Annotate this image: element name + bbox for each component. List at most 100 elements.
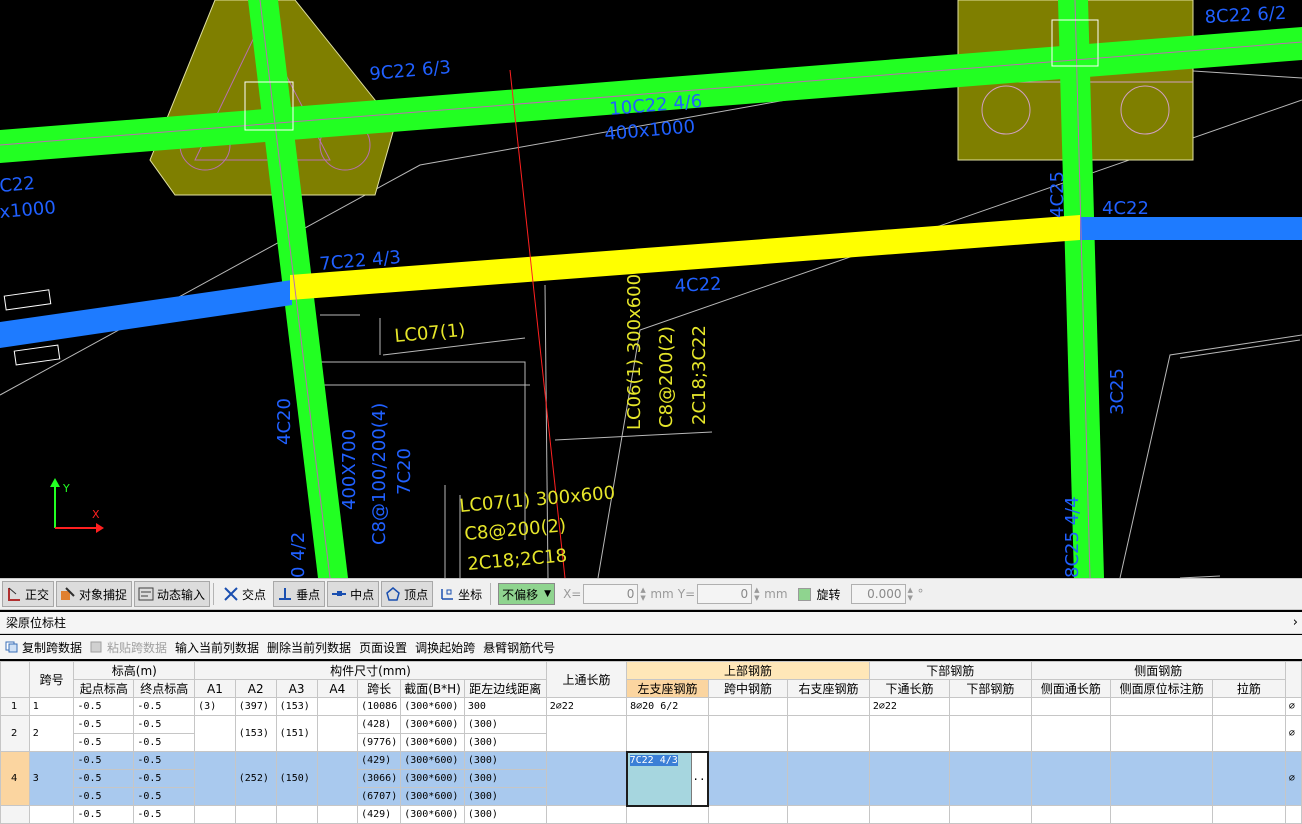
cell-a4[interactable] [316,697,359,716]
header-bottom-bars[interactable]: 下部钢筋 [949,679,1032,698]
header-right-support[interactable]: 右支座钢筋 [787,679,870,698]
cell-right-support[interactable] [787,715,870,752]
row-number[interactable] [0,805,30,824]
x-offset-spinner-icon[interactable]: ▲ ▼ [640,586,648,602]
cell-end-elev[interactable]: -0.5 [133,733,196,752]
table-row[interactable]: 1 1 -0.5 -0.5 (3) (397) (153) (10086 (30… [0,697,1302,716]
cad-drawing-canvas[interactable]: 9C22 6/3 10C22 4/6 400x1000 8C22 6/2 C22… [0,0,1302,578]
cell-left-support[interactable] [626,805,709,824]
cell-bottom-bars[interactable] [949,715,1032,752]
cell-start-elev[interactable]: -0.5 [73,751,135,770]
cell-left-support[interactable] [626,715,709,752]
x-offset-input[interactable]: 0 [583,584,639,604]
cell-side-inplace[interactable] [1110,805,1213,824]
rotate-spinner-icon[interactable]: ▲ ▼ [908,586,916,602]
cell-end-elev[interactable]: -0.5 [133,751,196,770]
span-table[interactable]: 跨号 标高(m) 构件尺寸(mm) 上通长筋 上部钢筋 下部钢筋 侧面钢筋 起点… [0,661,1302,824]
delete-column-button[interactable]: 删除当前列数据 [267,639,351,656]
ellipsis-button[interactable]: ... [691,753,707,804]
cell-tie[interactable] [1211,697,1286,716]
cell-end-elev[interactable]: -0.5 [133,787,196,806]
cell-section[interactable]: (300*600) [400,697,465,716]
row-number[interactable]: 2 [0,715,30,752]
cell-mid-span[interactable] [707,751,789,806]
header-span-length[interactable]: 跨长 [357,679,402,698]
cell-tie[interactable] [1211,715,1286,752]
cad-drawing[interactable]: 9C22 6/3 10C22 4/6 400x1000 8C22 6/2 C22… [0,0,1302,578]
copy-span-button[interactable]: 复制跨数据 [5,639,82,656]
cell-span-length[interactable]: (9776) [357,733,402,752]
cell-left-support-editor[interactable]: 7C22 4/3 ... [625,750,710,807]
cell-mid-span[interactable] [707,697,789,716]
table-row[interactable]: 2 2 -0.5 -0.5 (153) (151) (428) (300*600… [0,715,1302,752]
cell-start-elev[interactable]: -0.5 [73,769,135,788]
cell-dist-left[interactable]: (300) [463,733,547,752]
cell-dist-left[interactable]: (300) [463,769,547,788]
header-dist-left[interactable]: 距左边线距离 [463,679,547,698]
cell-right-support[interactable] [787,805,870,824]
cell-end-elev[interactable]: -0.5 [133,697,196,716]
cell-top-through[interactable] [545,751,628,806]
swap-start-span-button[interactable]: 调换起始跨 [415,639,475,656]
header-top-through[interactable]: 上通长筋 [545,661,628,698]
cell-a1[interactable] [194,751,236,806]
y-offset-input[interactable]: 0 [697,584,753,604]
cell-top-through[interactable]: 2⌀22 [545,697,628,716]
header-bottom-through[interactable]: 下通长筋 [868,679,951,698]
header-span-no[interactable]: 跨号 [28,661,75,698]
cell-start-elev[interactable]: -0.5 [73,805,135,824]
cell-a3[interactable]: (151) [275,715,318,752]
cell-bottom-bars[interactable] [949,751,1032,806]
cell-left-support[interactable]: 8⌀20 6/2 [626,697,709,716]
cell-a4[interactable] [316,751,359,806]
cell-a1[interactable]: (3) [194,697,236,716]
cell-span-length[interactable]: (6707) [357,787,402,806]
cell-a1[interactable] [194,715,236,752]
cell-a1[interactable] [194,805,236,824]
y-offset-spinner-icon[interactable]: ▲ ▼ [754,586,762,602]
cell-a2[interactable]: (252) [234,751,277,806]
cell-span-no[interactable]: 2 [28,715,75,752]
cell-a2[interactable] [234,805,277,824]
cell-tie[interactable] [1211,751,1286,806]
table-row[interactable]: -0.5 -0.5 (429) (300*600) (300) [0,805,1302,824]
header-start-elev[interactable]: 起点标高 [73,679,135,698]
cantilever-code-button[interactable]: 悬臂钢筋代号 [483,639,555,656]
cell-a3[interactable] [275,805,318,824]
ortho-button[interactable]: 正交 [2,581,55,607]
midpoint-snap-button[interactable]: 中点 [327,581,380,607]
cell-dist-left[interactable]: (300) [463,787,547,806]
cell-start-elev[interactable]: -0.5 [73,697,135,716]
cell-dist-left[interactable]: 300 [463,697,547,716]
cell-extra[interactable]: ⌀ [1284,715,1302,752]
vertex-snap-button[interactable]: 顶点 [381,581,434,607]
page-setup-button[interactable]: 页面设置 [359,639,407,656]
cell-a2[interactable]: (153) [234,715,277,752]
header-section[interactable]: 截面(B*H) [400,679,465,698]
cell-bottom-through[interactable] [868,715,951,752]
cell-mid-span[interactable] [707,805,789,824]
cell-right-support[interactable] [787,751,870,806]
cell-start-elev[interactable]: -0.5 [73,733,135,752]
offset-mode-select[interactable]: 不偏移 ▼ [498,583,556,605]
header-a2[interactable]: A2 [234,679,277,698]
header-side-inplace[interactable]: 侧面原位标注筋 [1110,679,1213,698]
cell-side-through[interactable] [1030,805,1112,824]
cell-end-elev[interactable]: -0.5 [133,805,196,824]
cell-a3[interactable]: (153) [275,697,318,716]
cell-bottom-through[interactable] [868,805,951,824]
cell-bottom-bars[interactable] [949,697,1032,716]
header-a3[interactable]: A3 [275,679,318,698]
cell-side-inplace[interactable] [1110,697,1213,716]
cell-extra[interactable] [1284,805,1302,824]
left-support-input[interactable]: 7C22 4/3 [628,753,692,804]
header-a4[interactable]: A4 [316,679,359,698]
dynamic-input-button[interactable]: 动态输入 [134,581,211,607]
cell-a4[interactable] [316,805,359,824]
header-end-elev[interactable]: 终点标高 [133,679,196,698]
row-number[interactable]: 1 [0,697,30,716]
cell-a4[interactable] [316,715,359,752]
table-row-selected[interactable]: 4 3 -0.5 -0.5 (252) (150) (429) (300*600… [0,750,1302,807]
cell-span-length[interactable]: (428) [357,715,402,734]
header-side-through[interactable]: 侧面通长筋 [1030,679,1112,698]
